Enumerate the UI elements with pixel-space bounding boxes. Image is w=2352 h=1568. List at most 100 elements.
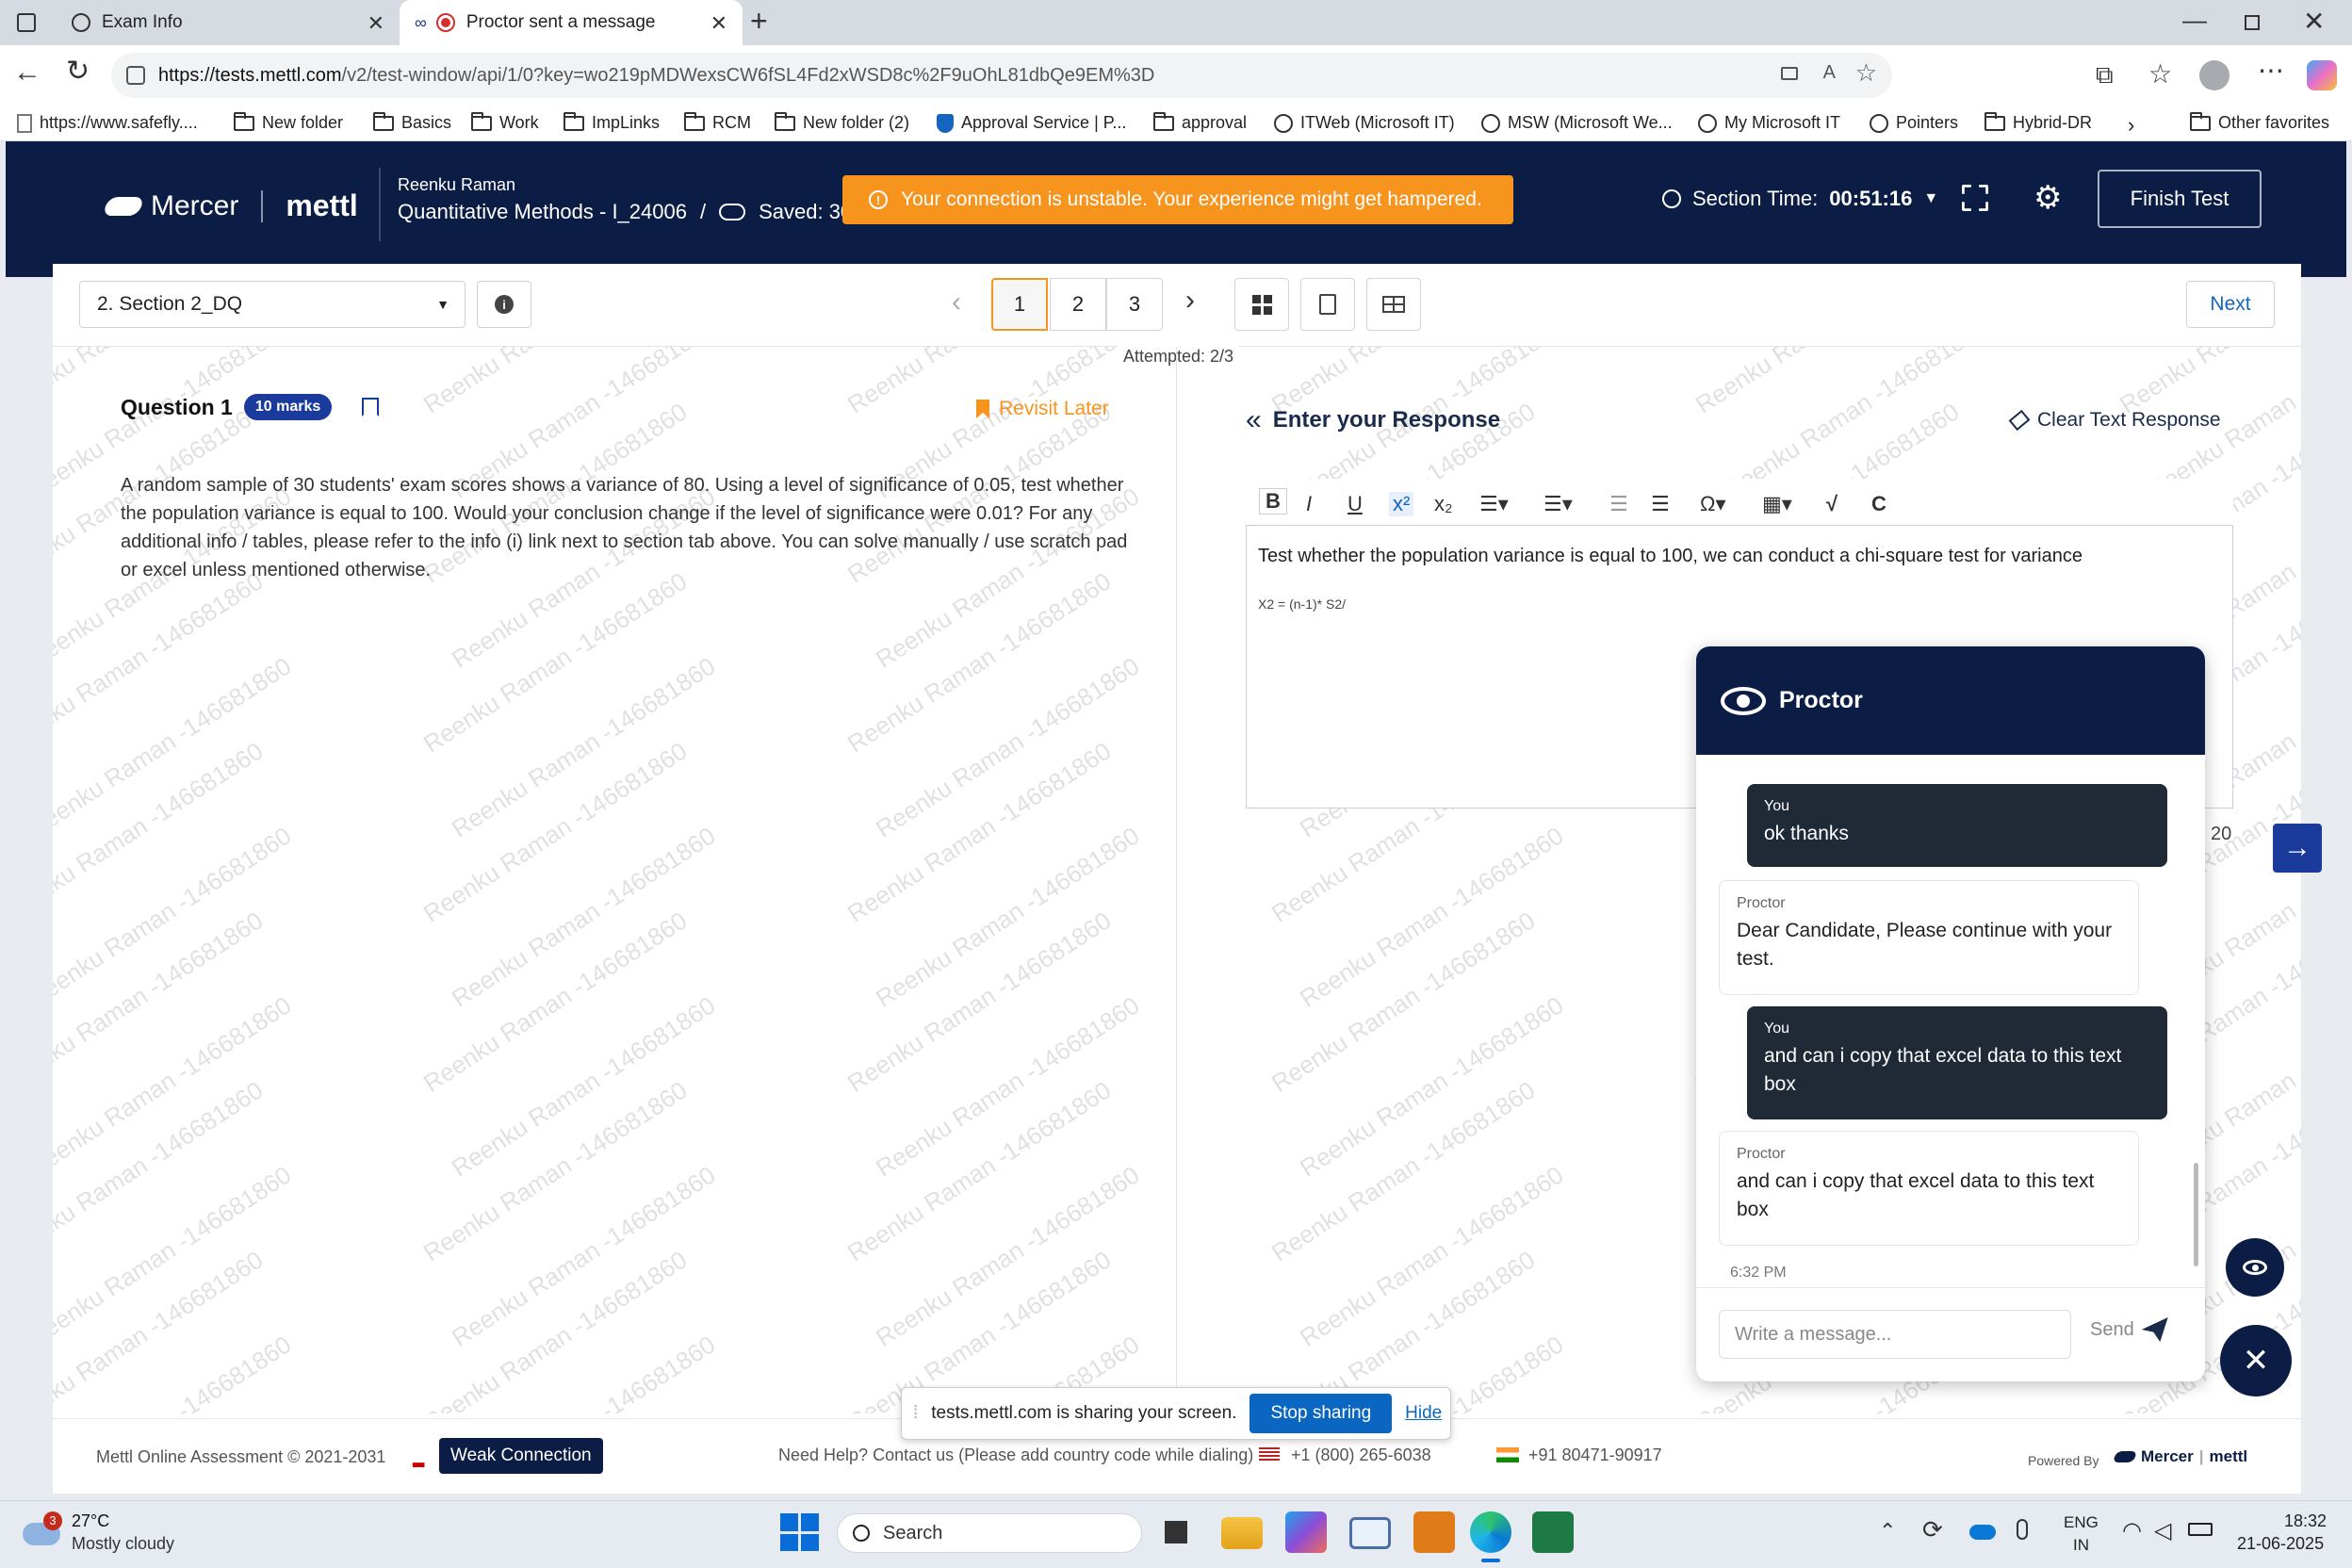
chat-scrollbar[interactable]: [2194, 1163, 2198, 1266]
close-window-button[interactable]: ✕: [2303, 6, 2325, 37]
hide-link[interactable]: Hide: [1405, 1403, 1442, 1424]
flag-icon[interactable]: [362, 398, 380, 416]
next-button[interactable]: Next: [2186, 281, 2275, 328]
wifi-icon[interactable]: ◠: [2122, 1517, 2142, 1544]
fullscreen-icon[interactable]: [1962, 185, 1988, 211]
next-question-arrow-button[interactable]: →: [2273, 824, 2322, 873]
prev-page-icon[interactable]: ‹: [952, 286, 961, 318]
address-bar[interactable]: https://tests.mettl.com/v2/test-window/a…: [111, 53, 1892, 98]
minimize-button[interactable]: —: [2182, 6, 2207, 35]
bookmark-item[interactable]: approval: [1153, 111, 1247, 133]
section-time-label: Section Time:: [1692, 187, 1819, 210]
copilot-icon: ∞: [415, 12, 427, 32]
excel-app-icon[interactable]: [1532, 1511, 1574, 1553]
settings-gear-icon[interactable]: ⚙: [2034, 182, 2062, 214]
grid-view-button[interactable]: [1234, 278, 1289, 331]
insert-table-icon[interactable]: ▦▾: [1762, 492, 1792, 516]
stop-sharing-button[interactable]: Stop sharing: [1250, 1394, 1393, 1433]
close-chat-button[interactable]: ✕: [2220, 1325, 2292, 1396]
volume-icon[interactable]: ◁: [2154, 1517, 2171, 1544]
drag-handle-icon[interactable]: ⁞: [913, 1403, 918, 1424]
section-dropdown[interactable]: 2. Section 2_DQ ▼: [79, 281, 466, 328]
subscript-icon[interactable]: x₂: [1434, 492, 1453, 516]
numbered-list-icon[interactable]: ☰▾: [1479, 492, 1509, 516]
underline-icon[interactable]: U: [1348, 492, 1363, 516]
bookmark-item[interactable]: New folder (2): [775, 111, 909, 133]
new-tab-button[interactable]: +: [750, 4, 768, 39]
math-formula-icon[interactable]: √: [1826, 492, 1838, 516]
superscript-icon[interactable]: x²: [1389, 492, 1414, 516]
onedrive-icon[interactable]: [1969, 1525, 1996, 1540]
bold-icon[interactable]: B: [1259, 488, 1287, 514]
taskbar-search[interactable]: Search: [837, 1513, 1142, 1553]
indent-icon[interactable]: ☰: [1651, 492, 1670, 516]
powerpoint-app-icon[interactable]: [1413, 1511, 1455, 1553]
favorite-star-icon[interactable]: ☆: [1855, 58, 1877, 88]
bookmark-item[interactable]: Pointers: [1870, 113, 1958, 133]
close-tab-icon[interactable]: ✕: [368, 11, 384, 36]
outdent-icon[interactable]: ☰: [1609, 492, 1628, 516]
next-page-icon[interactable]: ›: [1185, 285, 1195, 317]
bookmark-item[interactable]: ITWeb (Microsoft IT): [1274, 113, 1455, 133]
special-character-icon[interactable]: Ω▾: [1700, 492, 1726, 516]
restore-button[interactable]: [2245, 15, 2260, 30]
task-view-icon[interactable]: [1155, 1511, 1197, 1553]
revisit-later-button[interactable]: Revisit Later: [976, 398, 1109, 420]
chat-message-input[interactable]: Write a message...: [1719, 1310, 2071, 1359]
camera-icon[interactable]: [1781, 67, 1798, 80]
bookmark-item[interactable]: https://www.safefly....: [17, 113, 198, 133]
section-info-button[interactable]: i: [477, 281, 531, 328]
chevron-right-icon[interactable]: ›: [2128, 113, 2134, 138]
spellcheck-icon[interactable]: C: [1871, 492, 1886, 516]
favorites-icon[interactable]: ☆: [2148, 58, 2172, 90]
windows-start-icon[interactable]: [778, 1511, 820, 1553]
bookmark-item[interactable]: New folder: [234, 111, 343, 133]
tab-proctor-message[interactable]: ∞ Proctor sent a message ✕: [400, 0, 743, 45]
sync-icon[interactable]: ⟳: [1922, 1515, 1943, 1544]
bookmark-item[interactable]: Basics: [373, 111, 451, 133]
battery-icon[interactable]: [2188, 1523, 2213, 1536]
close-tab-icon[interactable]: ✕: [710, 11, 727, 36]
italic-icon[interactable]: I: [1306, 492, 1312, 516]
proctor-eye-button[interactable]: [2226, 1238, 2284, 1297]
bookmark-item[interactable]: Work: [471, 111, 539, 133]
site-info-icon[interactable]: [126, 66, 145, 85]
bullet-list-icon[interactable]: ☰▾: [1544, 492, 1573, 516]
bookmark-item[interactable]: Approval Service | P...: [937, 113, 1126, 133]
clock-time[interactable]: 18:32: [2284, 1511, 2327, 1531]
double-chevron-left-icon[interactable]: «: [1246, 406, 1262, 434]
caret-down-icon[interactable]: ▼: [1923, 190, 1938, 207]
copilot-icon[interactable]: [2307, 60, 2337, 90]
bookmark-item[interactable]: My Microsoft IT: [1698, 113, 1840, 133]
microphone-icon[interactable]: [2017, 1519, 2028, 1540]
bookmark-item[interactable]: Hybrid-DR: [1984, 111, 2092, 133]
read-aloud-icon[interactable]: A: [1823, 62, 1836, 84]
page-button-3[interactable]: 3: [1106, 278, 1163, 331]
tab-exam-info[interactable]: Exam Info ✕: [57, 0, 400, 45]
bookmark-item[interactable]: RCM: [684, 111, 751, 133]
bookmark-item[interactable]: ImpLinks: [564, 111, 660, 133]
more-icon[interactable]: ⋯: [2258, 55, 2284, 86]
profile-avatar[interactable]: [2199, 60, 2230, 90]
copilot-m365-icon[interactable]: [1285, 1511, 1327, 1553]
chevron-up-icon[interactable]: ⌃: [1879, 1519, 1896, 1544]
extensions-icon[interactable]: ⧉: [2096, 60, 2114, 90]
send-button[interactable]: Send: [2090, 1317, 2168, 1342]
page-button-1[interactable]: 1: [991, 278, 1048, 331]
calculator-button[interactable]: [1300, 278, 1355, 331]
other-favorites[interactable]: Other favorites: [2190, 111, 2329, 133]
finish-test-button[interactable]: Finish Test: [2098, 170, 2262, 228]
page-button-2[interactable]: 2: [1050, 278, 1106, 331]
file-explorer-icon[interactable]: [1221, 1517, 1263, 1549]
clear-text-button[interactable]: Clear Text Response: [2008, 409, 2221, 432]
refresh-icon[interactable]: ↻: [66, 55, 90, 88]
language-label[interactable]: ENG: [2064, 1513, 2099, 1532]
weather-widget[interactable]: 3 27°C Mostly cloudy: [23, 1511, 192, 1555]
watermark-text: Reenku Raman -146681860: [841, 566, 1117, 759]
back-icon[interactable]: ←: [13, 57, 41, 89]
table-button[interactable]: [1366, 278, 1421, 331]
window-app-icon[interactable]: [1349, 1517, 1391, 1549]
tab-actions-icon[interactable]: [17, 13, 36, 32]
bookmark-item[interactable]: MSW (Microsoft We...: [1481, 113, 1673, 133]
edge-browser-icon[interactable]: [1470, 1511, 1511, 1553]
